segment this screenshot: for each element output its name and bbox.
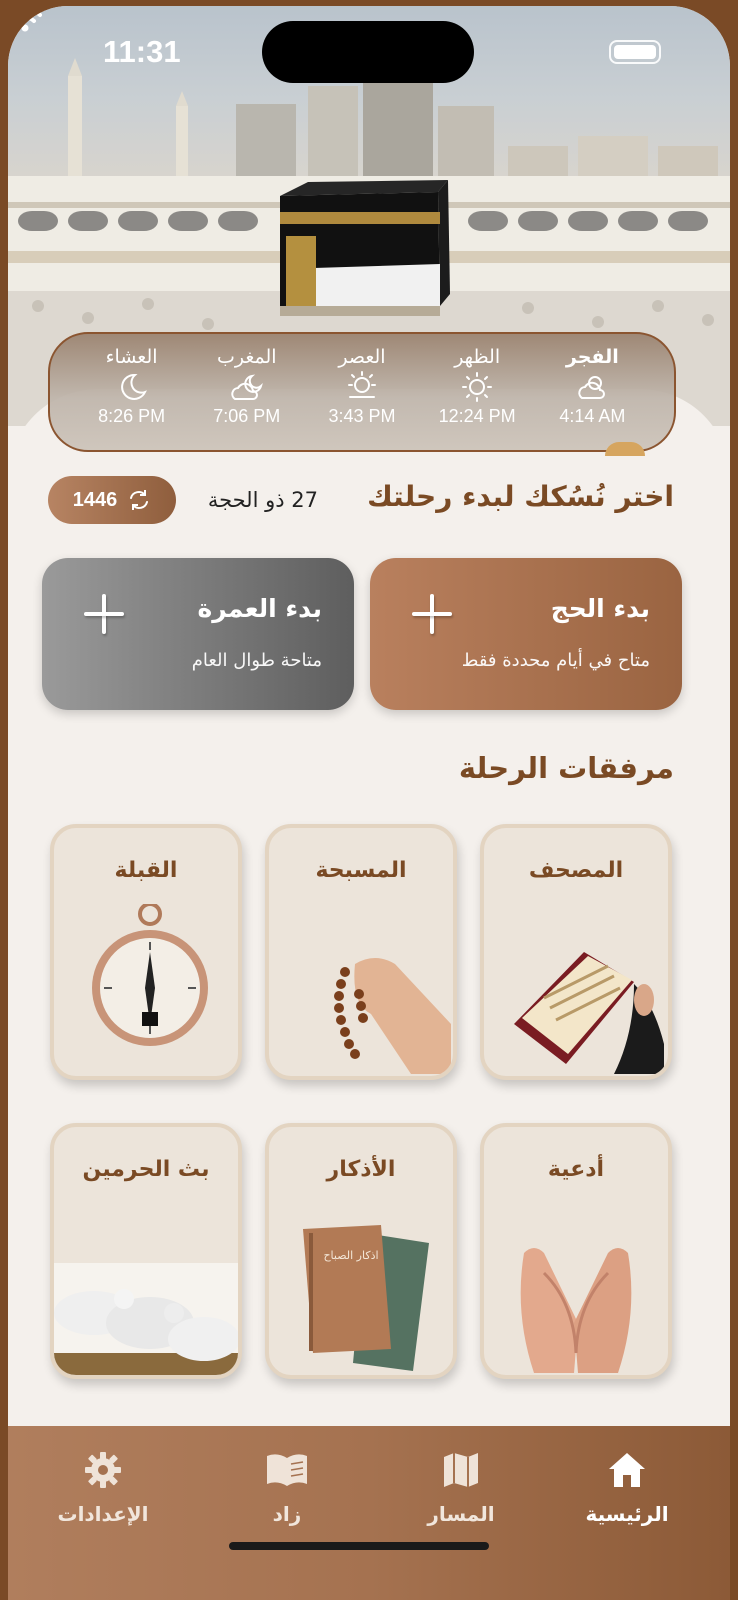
prayer-isha[interactable]: العشاء 8:26 PM [77, 334, 187, 450]
tile-haramain-broadcast[interactable]: بث الحرمين [50, 1123, 242, 1379]
start-umrah-button[interactable]: بدء العمرة متاحة طوال العام [42, 558, 354, 710]
current-prayer-indicator [605, 442, 645, 456]
home-icon [552, 1448, 702, 1492]
tile-label: المصحف [528, 858, 624, 883]
sun-icon [422, 370, 532, 404]
prayer-name: الفجر [565, 346, 619, 368]
tile-label: أدعية [547, 1157, 605, 1182]
prayer-fajr[interactable]: الفجر 4:14 AM [537, 334, 647, 450]
bottom-tab-bar: الرئيسية المسار زاد الإعدادات [8, 1426, 730, 1600]
prayer-asr[interactable]: العصر 3:43 PM [307, 334, 417, 450]
status-time: 11:31 [103, 34, 181, 69]
prayer-name: العصر [338, 346, 386, 368]
start-umrah-subtitle: متاحة طوال العام [191, 650, 322, 671]
map-icon [386, 1448, 536, 1492]
tile-adhkar[interactable]: الأذكار اذكار الصباح [265, 1123, 457, 1379]
adhkar-books-icon: اذكار الصباح [303, 1225, 429, 1371]
gear-icon [28, 1448, 178, 1492]
prayer-time: 12:24 PM [438, 406, 516, 426]
home-indicator [229, 1542, 489, 1550]
prayer-dhuhr[interactable]: الظهر 12:24 PM [422, 334, 532, 450]
cloud-sun-icon [537, 370, 647, 404]
tile-qibla[interactable]: القبلة [50, 824, 242, 1080]
tile-prayer-beads[interactable]: المسبحة [265, 824, 457, 1080]
tab-zad[interactable]: زاد [212, 1448, 362, 1526]
tab-settings[interactable]: الإعدادات [28, 1448, 178, 1526]
prayer-maghrib[interactable]: المغرب 7:06 PM [192, 334, 302, 450]
prayer-time: 3:43 PM [328, 406, 396, 426]
tab-route[interactable]: المسار [386, 1448, 536, 1526]
hijri-year-toggle[interactable]: 1446 [48, 476, 176, 524]
tab-label: المسار [427, 1502, 495, 1526]
tab-label: الرئيسية [585, 1502, 669, 1526]
tile-duas[interactable]: أدعية [480, 1123, 672, 1379]
prayer-time: 4:14 AM [559, 406, 626, 426]
dynamic-island [262, 21, 474, 83]
app-screen: 11:31 الفجر 4:14 AM الظهر 12:24 PM العصر… [8, 6, 730, 1600]
adhkar-book-title: اذكار الصباح [323, 1249, 378, 1262]
haramain-broadcast-icon [54, 1263, 238, 1375]
sun-haze-icon [307, 370, 417, 404]
book-icon [212, 1448, 362, 1492]
moon-icon [77, 370, 187, 404]
prayer-beads-icon [334, 958, 451, 1074]
praying-hands-icon [520, 1248, 632, 1373]
tile-quran[interactable]: المصحف [480, 824, 672, 1080]
hijri-date: 27 ذو الحجة [207, 488, 318, 512]
tab-label: زاد [272, 1502, 302, 1526]
prayer-time: 7:06 PM [213, 406, 281, 426]
prayer-time: 8:26 PM [98, 406, 166, 426]
wifi-icon [8, 7, 42, 32]
start-hajj-button[interactable]: بدء الحج متاح في أيام محددة فقط [370, 558, 682, 710]
section-title-companions: مرفقات الرحلة [458, 751, 674, 785]
tile-label: بث الحرمين [82, 1157, 210, 1182]
prayer-name: العشاء [105, 346, 158, 368]
hijri-year: 1446 [72, 488, 118, 511]
prayer-times-strip: الفجر 4:14 AM الظهر 12:24 PM العصر 3:43 … [48, 332, 676, 456]
refresh-icon [130, 490, 149, 510]
prayer-name: المغرب [216, 346, 277, 368]
tile-label: القبلة [114, 858, 178, 883]
tab-home[interactable]: الرئيسية [552, 1448, 702, 1526]
quran-icon [514, 952, 664, 1074]
plus-icon [412, 594, 452, 634]
qibla-compass-icon [92, 904, 208, 1046]
battery-icon [609, 40, 661, 64]
plus-icon [84, 594, 124, 634]
tile-label: المسبحة [315, 858, 407, 883]
tab-label: الإعدادات [57, 1502, 149, 1526]
cloud-moon-icon [192, 370, 302, 404]
start-umrah-title: بدء العمرة [197, 594, 322, 623]
start-hajj-subtitle: متاح في أيام محددة فقط [461, 650, 650, 671]
prayer-name: الظهر [454, 346, 501, 368]
start-hajj-title: بدء الحج [550, 594, 650, 623]
status-bar: 11:31 [8, 6, 730, 96]
page-title: اختر نُسُكك لبدء رحلتك [367, 480, 674, 513]
tile-label: الأذكار [326, 1157, 396, 1182]
